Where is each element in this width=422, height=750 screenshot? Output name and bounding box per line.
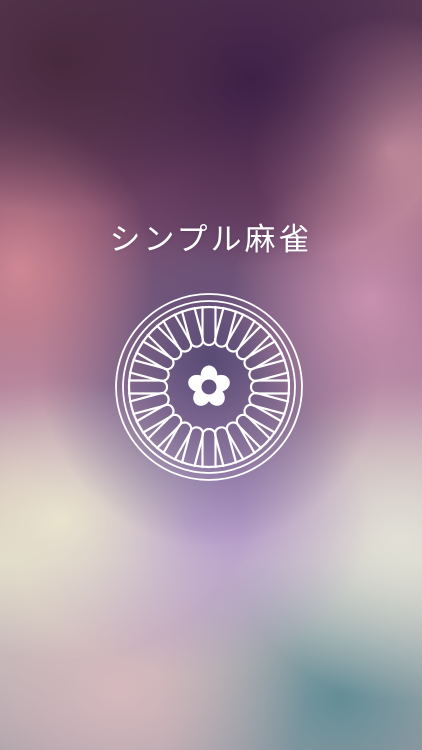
- emblem-petal: [201, 305, 217, 347]
- emblem-petal: [248, 358, 290, 383]
- emblem-petal: [146, 413, 183, 450]
- emblem-petal: [128, 358, 170, 383]
- emblem-petal: [180, 426, 205, 468]
- emblem-petal: [213, 426, 238, 468]
- emblem-petal: [128, 391, 170, 416]
- emblem-petal: [249, 379, 291, 395]
- flower-center-icon: [188, 365, 230, 406]
- emblem-inner-ring: [122, 300, 296, 474]
- splash-screen: シンプル麻雀: [0, 0, 422, 750]
- app-title: シンプル麻雀: [109, 222, 313, 258]
- emblem-petal: [235, 324, 272, 361]
- emblem-petal: [127, 379, 169, 395]
- emblem-petal: [235, 413, 272, 450]
- emblem-petal: [213, 306, 238, 348]
- emblem-outer-ring: [115, 293, 303, 481]
- mahjong-dot-tile-emblem-icon: [115, 293, 303, 481]
- emblem-petal: [146, 324, 183, 361]
- emblem-petal: [248, 391, 290, 416]
- emblem-petal-ring: [127, 305, 291, 469]
- emblem-petal: [180, 306, 205, 348]
- emblem-petal: [201, 427, 217, 469]
